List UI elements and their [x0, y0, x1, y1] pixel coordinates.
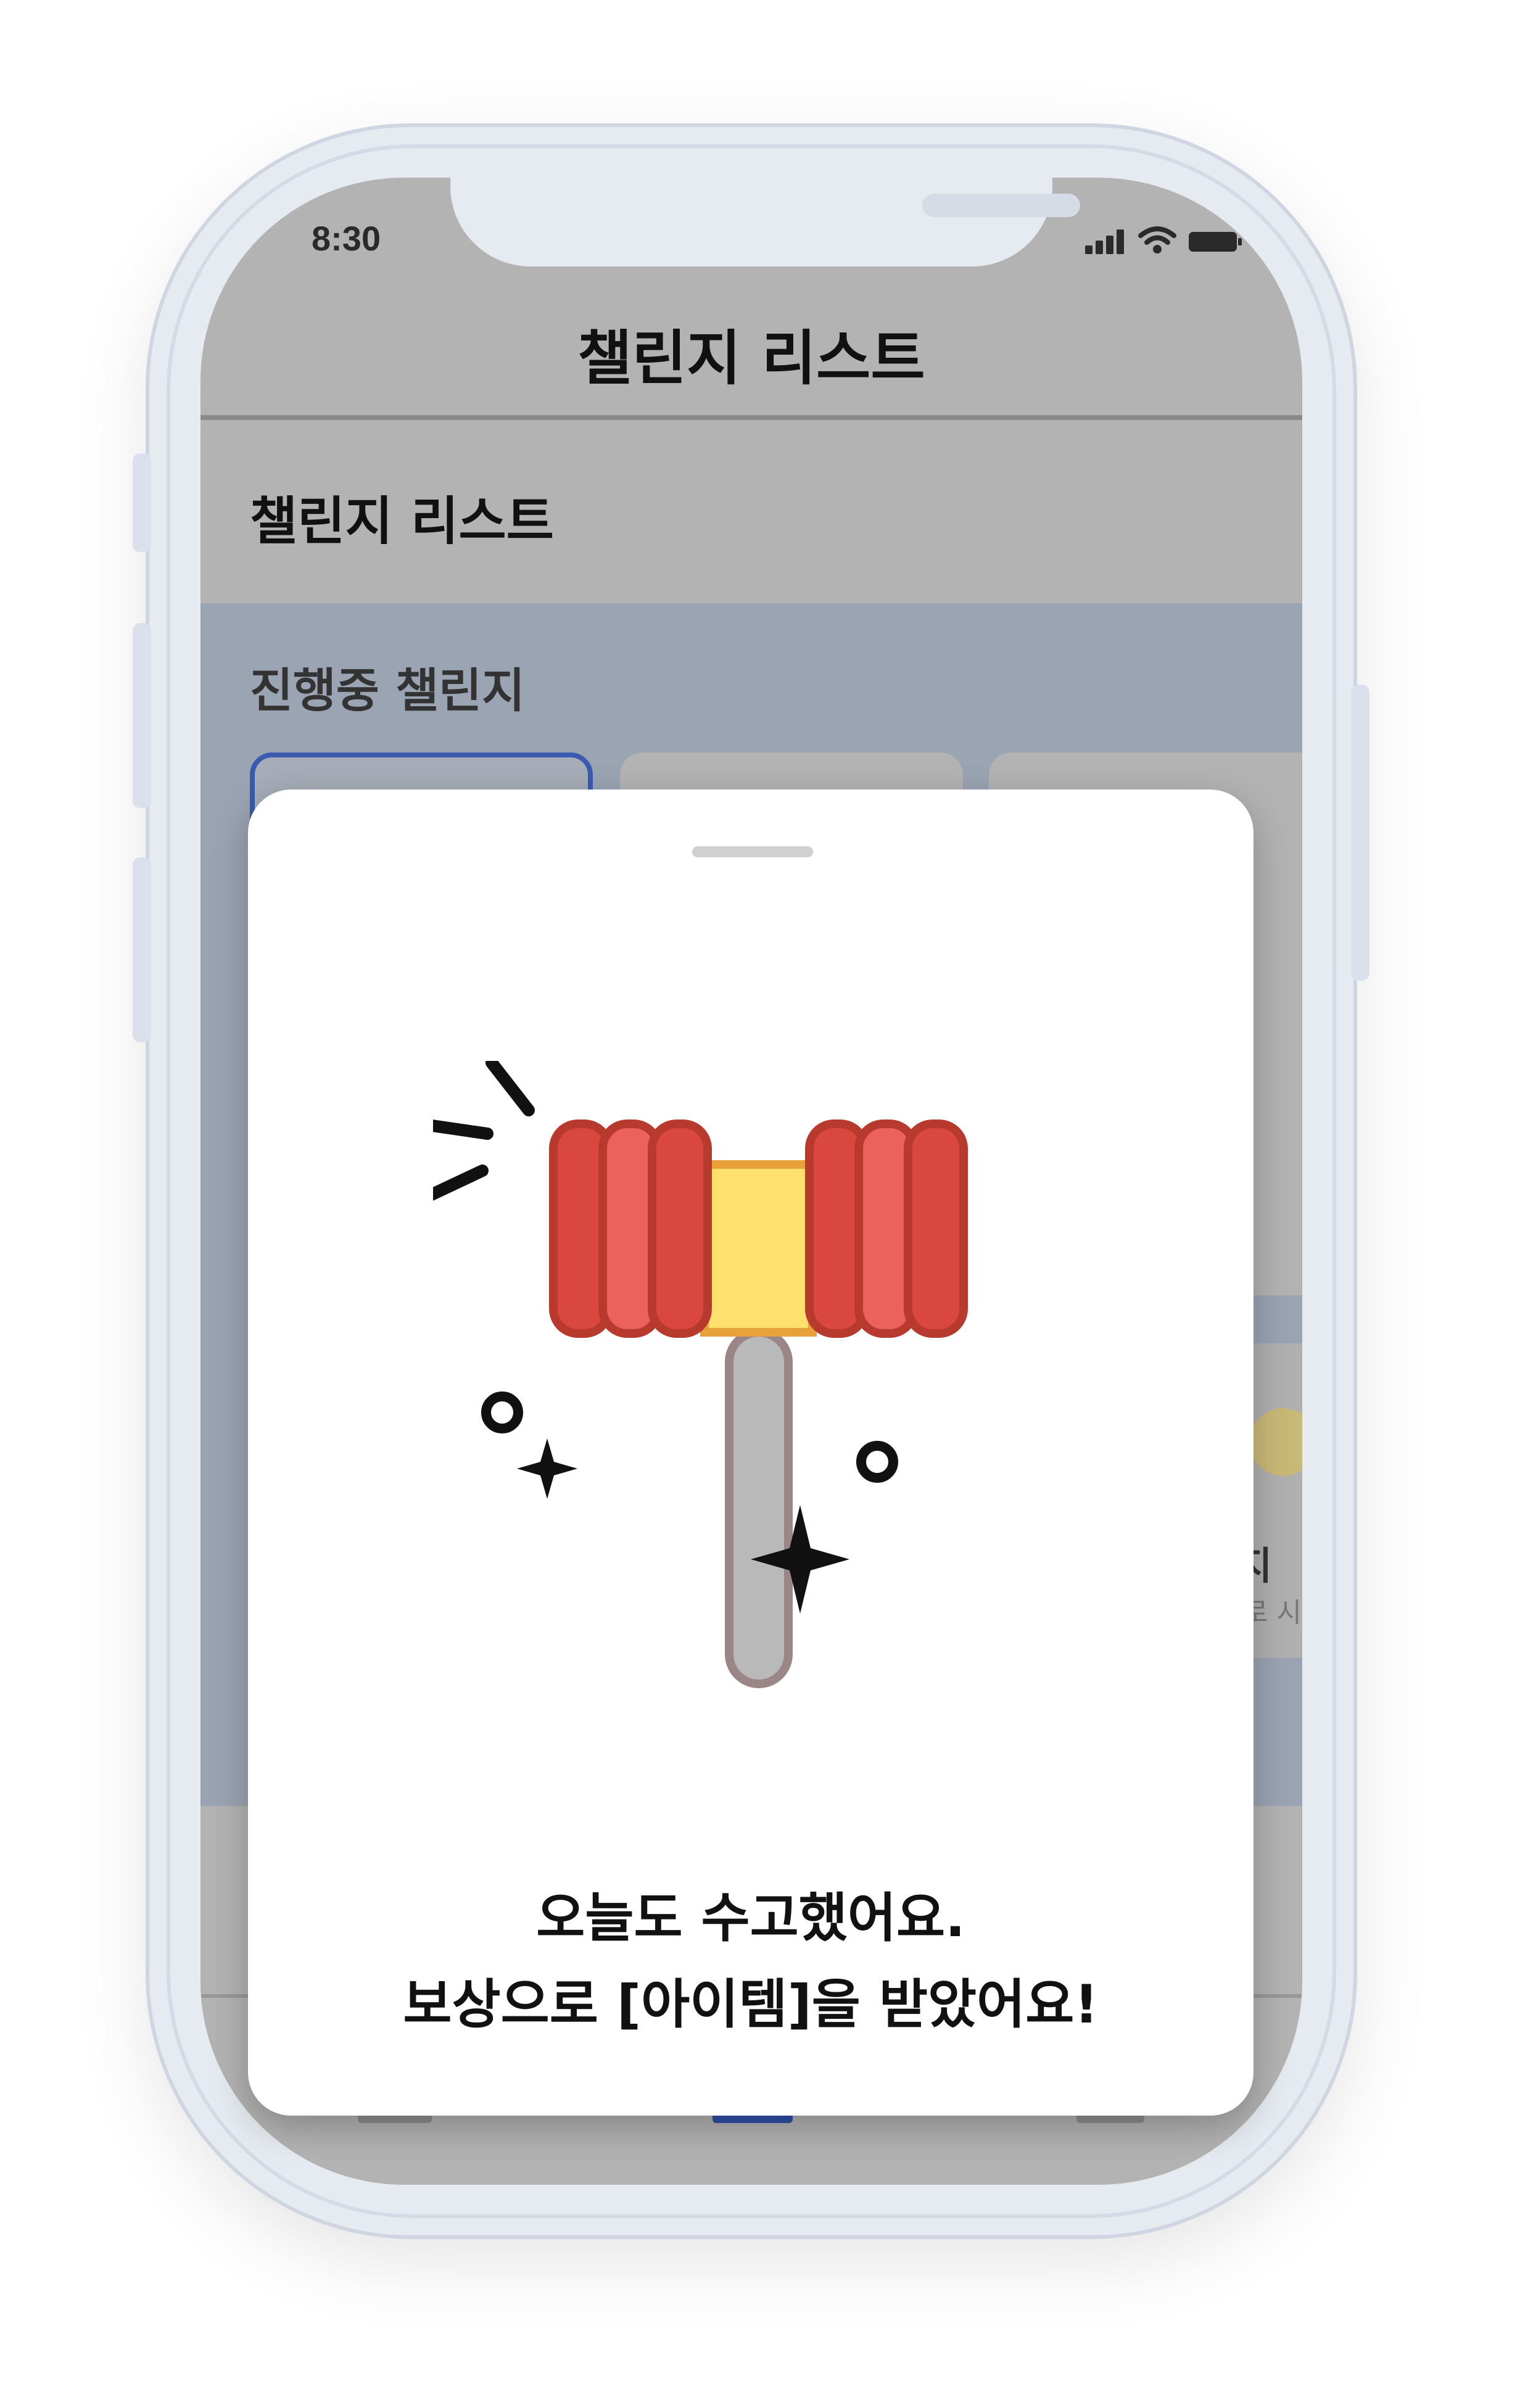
- reward-message-line1: 오늘도 수고했어요.: [536, 1887, 965, 1949]
- status-icons: [1085, 226, 1243, 254]
- notch: [450, 178, 1080, 266]
- reward-message-line2: 보상으로 [아이템]을 받았어요!: [403, 1974, 1099, 2035]
- signal-icon: [1085, 229, 1127, 254]
- speaker: [922, 194, 1080, 217]
- reward-bottom-sheet: 오늘도 수고했어요. 보상으로 [아이템]을 받았어요!: [248, 790, 1254, 2116]
- side-button-volume-up: [133, 623, 151, 808]
- side-button-volume-down: [133, 857, 151, 1042]
- sheet-drag-handle[interactable]: [692, 846, 813, 857]
- nav-divider: [200, 415, 1302, 420]
- gavel-icon: [433, 1061, 968, 1688]
- battery-icon: [1189, 232, 1242, 252]
- reward-message: 오늘도 수고했어요. 보상으로 [아이템]을 받았어요!: [248, 1875, 1254, 2048]
- side-button-power: [1351, 685, 1369, 981]
- section-title: 챌린지 리스트: [250, 491, 554, 551]
- ongoing-challenges-label: 진행중 챌린지: [250, 663, 525, 718]
- status-time: 8:30: [312, 219, 381, 258]
- side-button-mute: [133, 453, 151, 552]
- wifi-icon: [1138, 226, 1176, 254]
- nav-title: 챌린지 리스트: [577, 324, 925, 393]
